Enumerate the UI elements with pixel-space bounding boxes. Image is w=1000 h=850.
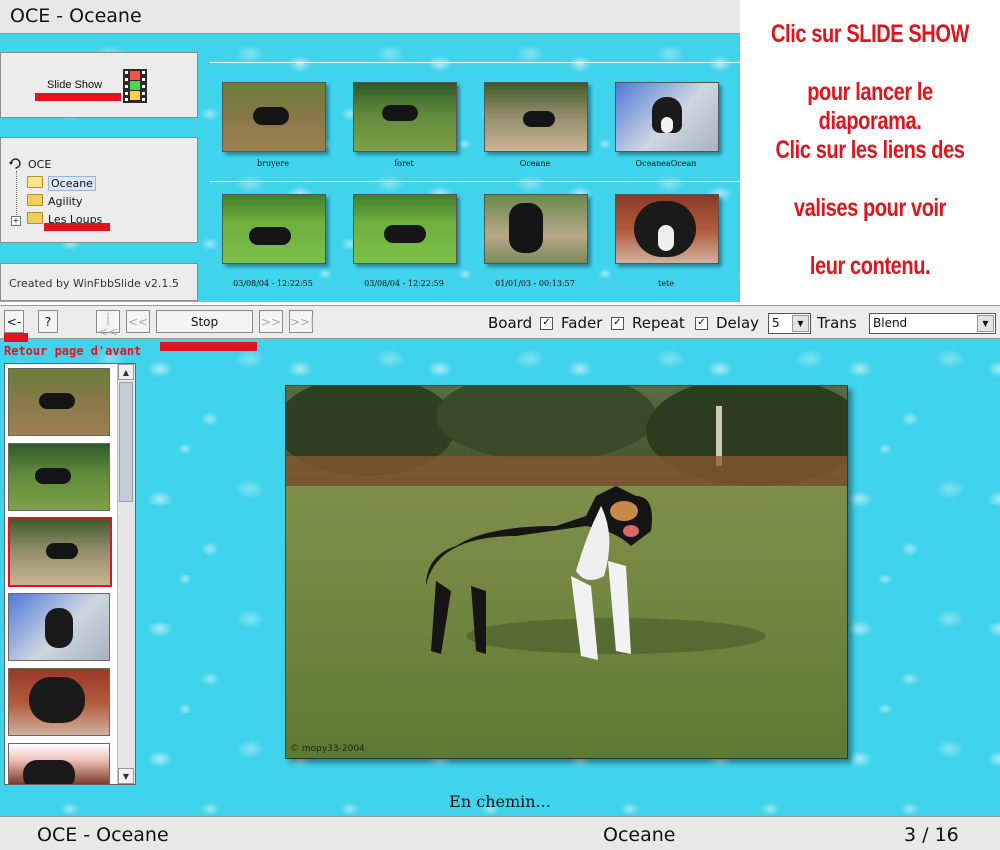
back-hint: Retour page d'avant (4, 344, 142, 358)
strip-thumb[interactable] (8, 368, 110, 436)
gallery-thumb[interactable] (484, 82, 588, 152)
highlight-mark (160, 342, 257, 351)
back-button[interactable]: <- (4, 310, 24, 333)
tree-item-root[interactable]: OCE (9, 157, 51, 171)
dog-photo (286, 386, 847, 758)
instruction-line: Clic sur SLIDE SHOW (771, 20, 969, 48)
gallery-divider (210, 62, 740, 63)
help-button[interactable]: ? (38, 310, 58, 333)
status-bar: OCE - Oceane Oceane 3 / 16 (0, 816, 1000, 850)
film-icon[interactable] (123, 69, 147, 103)
fader-label: Fader (561, 314, 603, 332)
status-counter: 3 / 16 (904, 824, 959, 846)
next-button[interactable]: >> (259, 310, 283, 333)
tree-item-label: Oceane (48, 176, 96, 191)
strip-thumb-selected[interactable] (8, 517, 112, 587)
slideshow-button[interactable]: Slide Show (47, 79, 102, 91)
tree-item-label: OCE (28, 158, 52, 171)
photo-watermark: © mopy33-2004 (290, 744, 365, 754)
gallery-thumb-label[interactable]: Oceane (475, 159, 595, 168)
gallery-thumb[interactable] (353, 194, 457, 264)
gallery-thumb-label[interactable]: tete (606, 279, 726, 288)
gallery-thumb[interactable] (222, 194, 326, 264)
gallery-thumb[interactable] (615, 194, 719, 264)
chevron-down-icon[interactable]: ▼ (977, 315, 994, 332)
gallery-thumb-label[interactable]: 03/08/04 - 12:22:55 (213, 279, 333, 288)
scroll-up-icon[interactable]: ▲ (118, 364, 134, 380)
first-button[interactable]: |<< (96, 310, 120, 339)
album-title: OCE - Oceane (10, 5, 142, 27)
refresh-icon (9, 157, 22, 170)
tree-item-label: Agility (48, 195, 83, 208)
highlight-mark (4, 333, 28, 342)
strip-thumb[interactable] (8, 743, 110, 785)
trans-label: Trans (817, 314, 857, 332)
delay-select[interactable]: 5 ▼ (768, 313, 811, 334)
last-button[interactable]: >>| (289, 310, 314, 333)
board-checkbox[interactable]: ✓ (540, 317, 553, 330)
gallery-thumb[interactable] (353, 82, 457, 152)
stop-button[interactable]: Stop (156, 310, 253, 333)
board-label: Board (488, 314, 533, 332)
folder-tree: OCE Oceane Agility + Les Loups (0, 137, 198, 243)
gallery-thumb-label[interactable]: foret (344, 159, 464, 168)
top-title-bar: OCE - Oceane (0, 0, 740, 34)
trans-select[interactable]: Blend ▼ (869, 313, 996, 334)
open-folder-icon (27, 176, 43, 188)
photo-caption: En chemin... (449, 792, 551, 811)
strip-thumb[interactable] (8, 443, 110, 511)
scrollbar-thumb[interactable] (119, 382, 133, 502)
tree-item-agility[interactable]: Agility (27, 194, 83, 208)
folder-icon (27, 194, 43, 206)
delay-label: Delay (716, 314, 760, 332)
instruction-line: pour lancer le diaporama. (807, 78, 933, 135)
tree-item-oceane[interactable]: Oceane (27, 176, 96, 191)
strip-thumb[interactable] (8, 593, 110, 661)
fader-checkbox[interactable]: ✓ (611, 317, 624, 330)
strip-thumb[interactable] (8, 668, 110, 736)
prev-button[interactable]: << (126, 310, 150, 333)
main-photo: © mopy33-2004 (285, 385, 848, 759)
status-current: Oceane (603, 824, 676, 846)
gallery-thumb-label[interactable]: 03/08/04 - 12:22:59 (344, 279, 464, 288)
expand-icon[interactable]: + (11, 216, 21, 226)
slideshow-panel: Slide Show (0, 52, 198, 118)
instruction-line: valises pour voir (793, 194, 947, 222)
scroll-down-icon[interactable]: ▼ (118, 768, 134, 784)
instructions-panel: Clic sur SLIDE SHOW pour lancer le diapo… (740, 0, 1000, 302)
gallery-thumb[interactable] (222, 82, 326, 152)
gallery-thumb-label[interactable]: OceaneaOcean (606, 159, 726, 168)
highlight-mark (44, 223, 110, 231)
instruction-line: leur contenu. (809, 252, 931, 280)
chevron-down-icon[interactable]: ▼ (792, 315, 809, 332)
instruction-line: Clic sur les liens des (775, 136, 965, 164)
version-panel: Created by WinFbbSlide v2.1.5 (0, 263, 198, 301)
status-album: OCE - Oceane (37, 824, 169, 846)
toolbar: <- ? |<< << Stop >> >>| Board ✓ Fader ✓ … (0, 305, 1000, 339)
delay-value: 5 (772, 316, 780, 330)
gallery-thumb-label[interactable]: 01/01/03 - 00:13:57 (475, 279, 595, 288)
folder-icon (27, 212, 43, 224)
repeat-label: Repeat (632, 314, 685, 332)
repeat-checkbox[interactable]: ✓ (695, 317, 708, 330)
trans-value: Blend (873, 316, 908, 330)
gallery-thumb[interactable] (484, 194, 588, 264)
gallery-thumb-label[interactable]: bruyere (213, 159, 333, 168)
version-text: Created by WinFbbSlide v2.1.5 (9, 277, 179, 290)
highlight-mark (35, 93, 121, 101)
thumbnail-strip: ▲ ▼ (4, 363, 136, 785)
gallery-thumb[interactable] (615, 82, 719, 152)
gallery-divider (210, 181, 740, 182)
scrollbar[interactable]: ▲ ▼ (117, 364, 135, 784)
